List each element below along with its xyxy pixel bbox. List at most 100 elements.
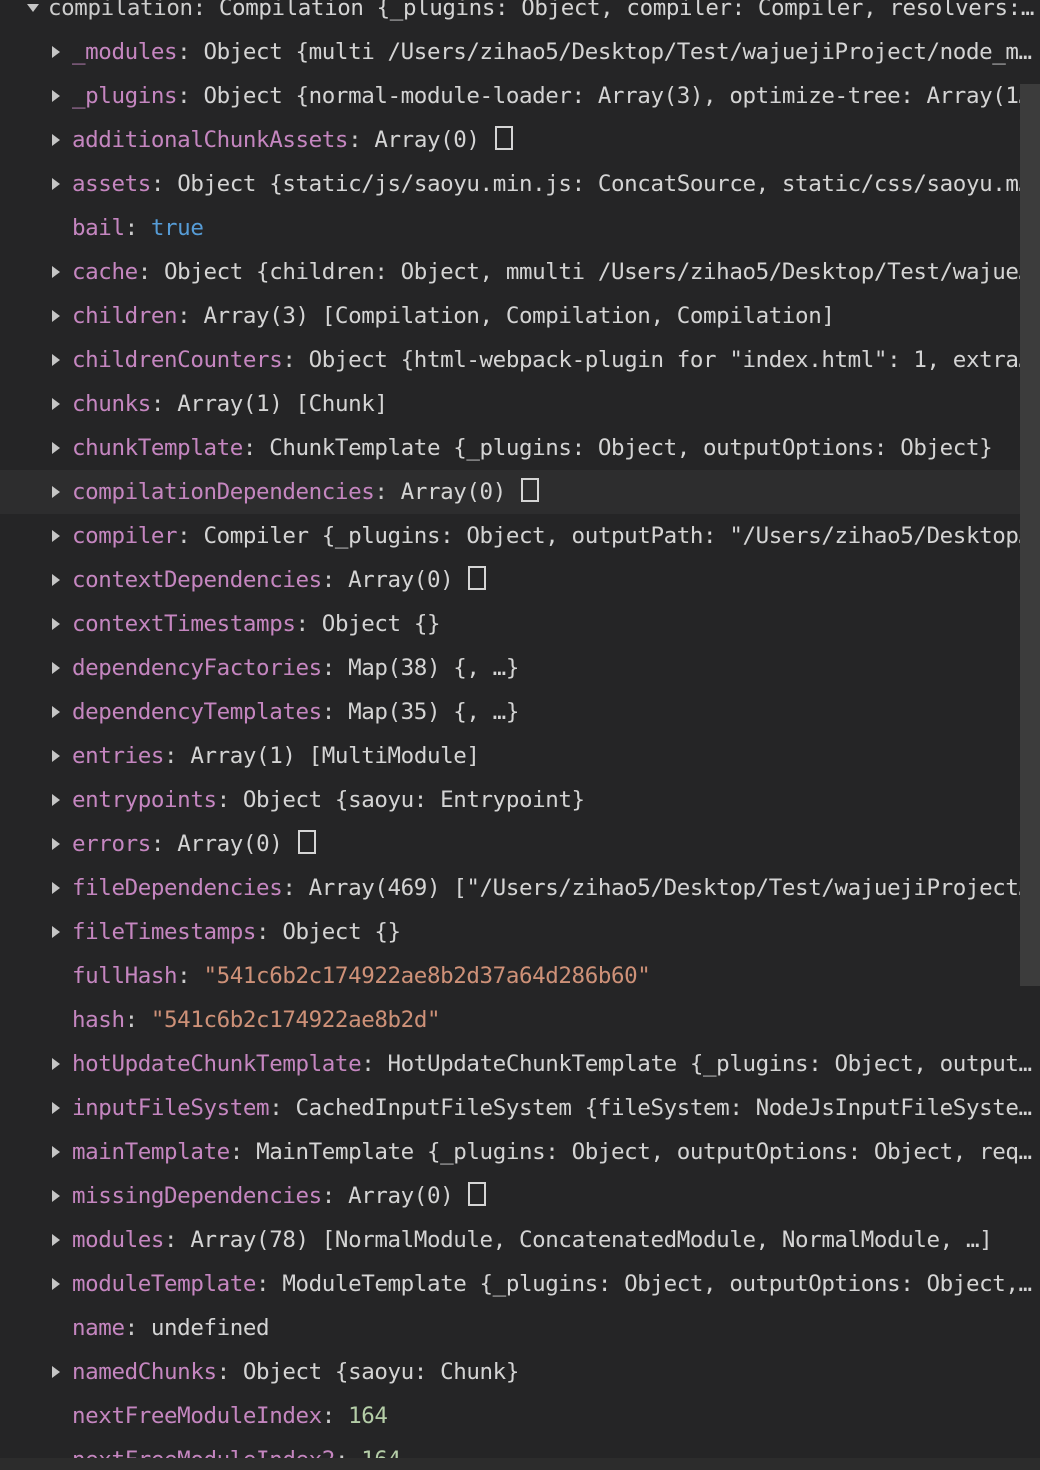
tree-row[interactable]: chunkTemplate: ChunkTemplate {_plugins: … [0, 426, 1040, 470]
key-separator: : [321, 1183, 349, 1209]
tree-row[interactable]: fileDependencies: Array(469) ["/Users/zi… [0, 866, 1040, 910]
variable-value: Object {normal-module-loader: Array(3), … [203, 83, 1032, 109]
tree-row[interactable]: children: Array(3) [Compilation, Compila… [0, 294, 1040, 338]
empty-array-icon [468, 1182, 487, 1206]
tree-row[interactable]: mainTemplate: MainTemplate {_plugins: Ob… [0, 1130, 1040, 1174]
tree-root-compilation[interactable]: compilation: Compilation {_plugins: Obje… [0, 0, 1040, 30]
tree-row[interactable]: fileTimestamps: Object {} [0, 910, 1040, 954]
chevron-right-icon[interactable] [49, 690, 63, 734]
variable-value: Array(0) [400, 479, 519, 505]
chevron-down-icon[interactable] [26, 0, 40, 30]
key-separator: : [321, 655, 349, 681]
key-separator: : [361, 1051, 388, 1077]
variable-key: cache [72, 259, 138, 285]
chevron-right-icon[interactable] [49, 1350, 63, 1394]
horizontal-scrollbar[interactable] [0, 1458, 1040, 1470]
key-separator: : [321, 699, 349, 725]
tree-row[interactable]: _modules: Object {multi /Users/zihao5/De… [0, 30, 1040, 74]
chevron-right-icon[interactable] [49, 1042, 63, 1086]
tree-row[interactable]: hash: "541c6b2c174922ae8b2d" [0, 998, 1040, 1042]
tree-row[interactable]: errors: Array(0) [0, 822, 1040, 866]
tree-row[interactable]: fullHash: "541c6b2c174922ae8b2d37a64d286… [0, 954, 1040, 998]
key-separator: : [321, 567, 349, 593]
chevron-right-icon[interactable] [49, 382, 63, 426]
tree-row[interactable]: hotUpdateChunkTemplate: HotUpdateChunkTe… [0, 1042, 1040, 1086]
empty-array-icon [494, 126, 513, 150]
chevron-right-icon[interactable] [49, 1218, 63, 1262]
tree-row[interactable]: compiler: Compiler {_plugins: Object, ou… [0, 514, 1040, 558]
chevron-right-icon[interactable] [49, 822, 63, 866]
tree-row[interactable]: inputFileSystem: CachedInputFileSystem {… [0, 1086, 1040, 1130]
chevron-right-icon[interactable] [49, 294, 63, 338]
key-separator: : [177, 83, 204, 109]
chevron-right-icon[interactable] [49, 558, 63, 602]
variable-value: Object {static/js/saoyu.min.js: ConcatSo… [177, 171, 1032, 197]
key-separator: : [124, 1007, 151, 1033]
variable-key: contextDependencies [72, 567, 322, 593]
variables-tree: compilation: Compilation {_plugins: Obje… [0, 0, 1040, 1470]
tree-row[interactable]: assets: Object {static/js/saoyu.min.js: … [0, 162, 1040, 206]
tree-row[interactable]: namedChunks: Object {saoyu: Chunk} [0, 1350, 1040, 1394]
chevron-right-icon[interactable] [49, 646, 63, 690]
tree-row[interactable]: cache: Object {children: Object, mmulti … [0, 250, 1040, 294]
variable-key: modules [72, 1227, 165, 1253]
tree-row[interactable]: contextTimestamps: Object {} [0, 602, 1040, 646]
chevron-right-icon[interactable] [49, 866, 63, 910]
variable-value: Map(38) {, …} [348, 655, 519, 681]
variable-key: childrenCounters [72, 347, 283, 373]
key-separator: : [295, 611, 322, 637]
variable-key: fullHash [72, 963, 178, 989]
key-separator: : [282, 347, 309, 373]
key-separator: : [177, 523, 204, 549]
tree-row[interactable]: chunks: Array(1) [Chunk] [0, 382, 1040, 426]
key-separator: : [256, 919, 283, 945]
variable-value: ChunkTemplate {_plugins: Object, outputO… [269, 435, 993, 461]
chevron-right-icon[interactable] [49, 250, 63, 294]
tree-row[interactable]: additionalChunkAssets: Array(0) [0, 118, 1040, 162]
variable-value: Object {saoyu: Entrypoint} [242, 787, 585, 813]
chevron-right-icon[interactable] [49, 910, 63, 954]
chevron-right-icon[interactable] [49, 338, 63, 382]
chevron-right-icon[interactable] [49, 778, 63, 822]
tree-row[interactable]: moduleTemplate: ModuleTemplate {_plugins… [0, 1262, 1040, 1306]
tree-row[interactable]: entries: Array(1) [MultiModule] [0, 734, 1040, 778]
tree-row[interactable]: bail: true [0, 206, 1040, 250]
tree-row[interactable]: nextFreeModuleIndex: 164 [0, 1394, 1040, 1438]
key-separator: : [150, 171, 178, 197]
variable-value: true [150, 215, 204, 241]
chevron-right-icon[interactable] [49, 74, 63, 118]
tree-row[interactable]: dependencyTemplates: Map(35) {, …} [0, 690, 1040, 734]
vertical-scrollbar[interactable] [1020, 84, 1040, 986]
chevron-right-icon[interactable] [49, 1262, 63, 1306]
key-separator: : [137, 259, 165, 285]
tree-row[interactable]: compilationDependencies: Array(0) [0, 470, 1040, 514]
variable-key: namedChunks [72, 1359, 217, 1385]
chevron-right-icon[interactable] [49, 30, 63, 74]
variable-value: Object {} [282, 919, 401, 945]
chevron-right-icon[interactable] [49, 734, 63, 778]
tree-row[interactable]: name: undefined [0, 1306, 1040, 1350]
tree-row[interactable]: missingDependencies: Array(0) [0, 1174, 1040, 1218]
variable-key: children [72, 303, 178, 329]
key-separator: : [150, 391, 178, 417]
key-separator: : [177, 303, 204, 329]
tree-row[interactable]: modules: Array(78) [NormalModule, Concat… [0, 1218, 1040, 1262]
chevron-right-icon[interactable] [49, 514, 63, 558]
chevron-right-icon[interactable] [49, 1130, 63, 1174]
chevron-right-icon[interactable] [49, 470, 63, 514]
variable-key: additionalChunkAssets [72, 127, 349, 153]
chevron-right-icon[interactable] [49, 602, 63, 646]
tree-row[interactable]: childrenCounters: Object {html-webpack-p… [0, 338, 1040, 382]
variable-value: Map(35) {, …} [348, 699, 519, 725]
chevron-right-icon[interactable] [49, 426, 63, 470]
variable-key: inputFileSystem [72, 1095, 270, 1121]
tree-row[interactable]: dependencyFactories: Map(38) {, …} [0, 646, 1040, 690]
chevron-right-icon[interactable] [49, 1086, 63, 1130]
tree-row[interactable]: _plugins: Object {normal-module-loader: … [0, 74, 1040, 118]
chevron-right-icon[interactable] [49, 1174, 63, 1218]
variable-value: Object {children: Object, mmulti /Users/… [164, 259, 1032, 285]
chevron-right-icon[interactable] [49, 162, 63, 206]
chevron-right-icon[interactable] [49, 118, 63, 162]
tree-row[interactable]: entrypoints: Object {saoyu: Entrypoint} [0, 778, 1040, 822]
tree-row[interactable]: contextDependencies: Array(0) [0, 558, 1040, 602]
